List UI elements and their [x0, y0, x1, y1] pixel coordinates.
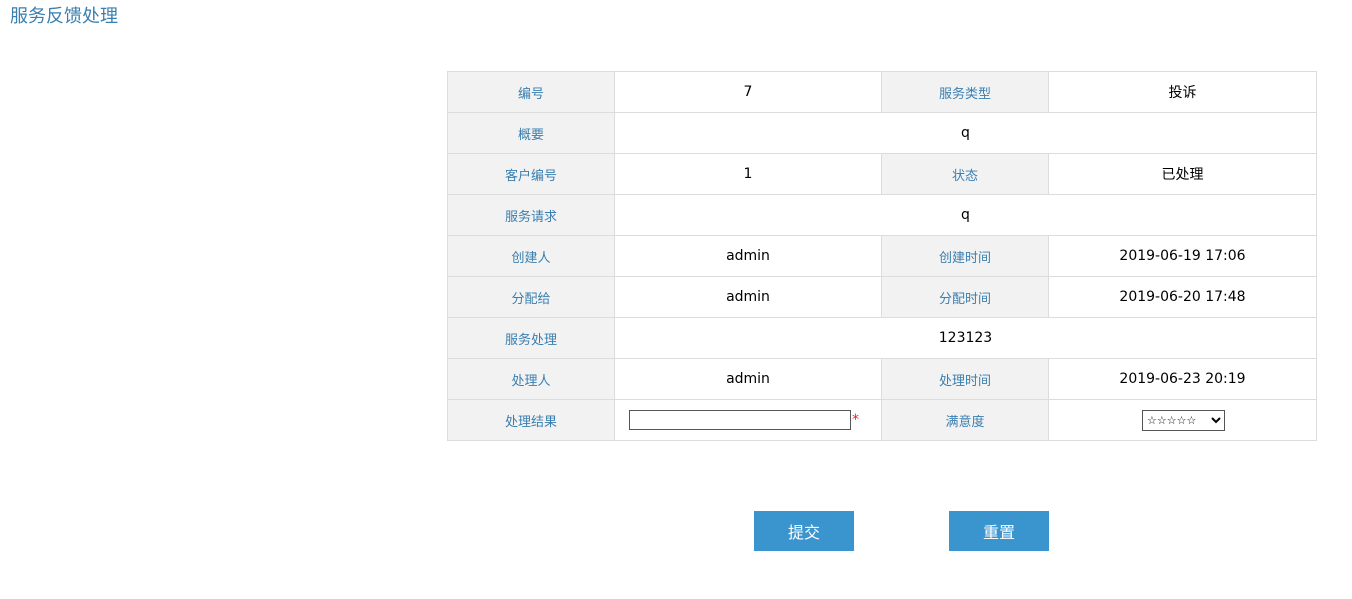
handler-value: admin	[614, 358, 882, 400]
created-time-label: 创建时间	[881, 235, 1049, 277]
status-label: 状态	[881, 153, 1049, 195]
required-mark: *	[852, 412, 859, 428]
service-handling-value: 123123	[614, 317, 1317, 359]
service-type-label: 服务类型	[881, 71, 1049, 113]
reset-button[interactable]: 重置	[949, 511, 1049, 551]
handled-time-label: 处理时间	[881, 358, 1049, 400]
satisfaction-cell: ☆☆☆☆☆	[1048, 399, 1317, 441]
customer-id-value: 1	[614, 153, 882, 195]
table-row: 创建人 admin 创建时间 2019-06-19 17:06	[447, 235, 1317, 277]
assigned-time-label: 分配时间	[881, 276, 1049, 318]
id-label: 编号	[447, 71, 615, 113]
table-row: 客户编号 1 状态 已处理	[447, 153, 1317, 195]
creator-label: 创建人	[447, 235, 615, 277]
assignee-label: 分配给	[447, 276, 615, 318]
table-row: 分配给 admin 分配时间 2019-06-20 17:48	[447, 276, 1317, 318]
handled-time-value: 2019-06-23 20:19	[1048, 358, 1317, 400]
result-cell: *	[614, 399, 882, 441]
summary-value: q	[614, 112, 1317, 154]
satisfaction-select[interactable]: ☆☆☆☆☆	[1142, 409, 1225, 431]
table-row: 概要 q	[447, 112, 1317, 154]
table-row: 服务请求 q	[447, 194, 1317, 236]
service-request-value: q	[614, 194, 1317, 236]
assigned-time-value: 2019-06-20 17:48	[1048, 276, 1317, 318]
table-row: 处理结果 * 满意度 ☆☆☆☆☆	[447, 399, 1317, 441]
service-feedback-table: 编号 7 服务类型 投诉 概要 q 客户编号 1 状态 已处理 服务请求 q 创…	[447, 71, 1317, 441]
assignee-value: admin	[614, 276, 882, 318]
customer-id-label: 客户编号	[447, 153, 615, 195]
creator-value: admin	[614, 235, 882, 277]
page: 服务反馈处理 编号 7 服务类型 投诉 概要 q 客户编号 1 状态 已处理 服…	[0, 0, 1352, 599]
created-time-value: 2019-06-19 17:06	[1048, 235, 1317, 277]
submit-button[interactable]: 提交	[754, 511, 854, 551]
handler-label: 处理人	[447, 358, 615, 400]
result-input[interactable]	[629, 410, 851, 430]
satisfaction-label: 满意度	[881, 399, 1049, 441]
id-value: 7	[614, 71, 882, 113]
result-label: 处理结果	[447, 399, 615, 441]
table-row: 编号 7 服务类型 投诉	[447, 71, 1317, 113]
summary-label: 概要	[447, 112, 615, 154]
service-handling-label: 服务处理	[447, 317, 615, 359]
service-request-label: 服务请求	[447, 194, 615, 236]
service-type-value: 投诉	[1048, 71, 1317, 113]
status-value: 已处理	[1048, 153, 1317, 195]
table-row: 服务处理 123123	[447, 317, 1317, 359]
table-row: 处理人 admin 处理时间 2019-06-23 20:19	[447, 358, 1317, 400]
page-title: 服务反馈处理	[10, 6, 118, 27]
